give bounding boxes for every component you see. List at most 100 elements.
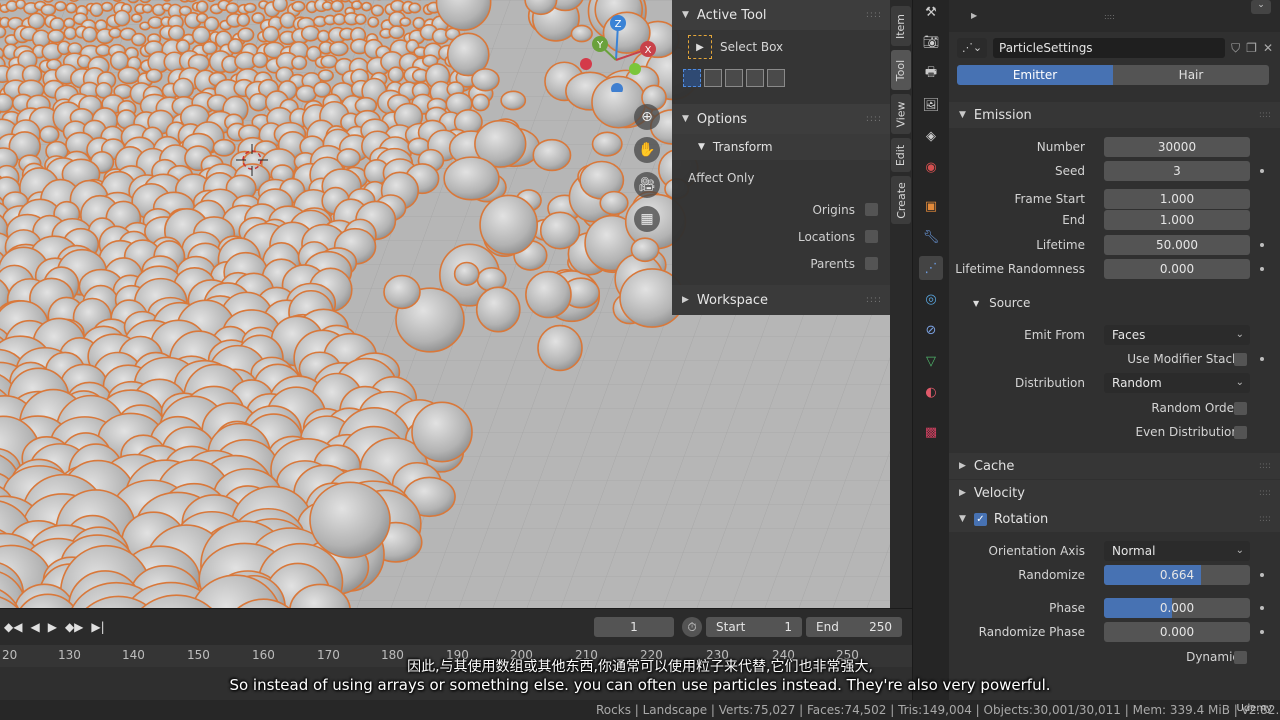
lifetime-randomness-field[interactable]: 0.000 (1104, 259, 1250, 279)
random-order-checkbox[interactable] (1234, 401, 1247, 415)
emitter-button[interactable]: Emitter (957, 65, 1113, 85)
pan-hand-icon[interactable]: ✋ (634, 137, 660, 163)
data-tab-icon[interactable]: ▽ (919, 349, 943, 373)
orientation-axis-row: Orientation Axis Normal ⌄ (949, 540, 1280, 562)
active-tool-row[interactable]: ▶ Select Box (672, 30, 890, 64)
view-layer-tab-icon[interactable]: 🖼︎ (919, 93, 943, 117)
transform-title: Transform (712, 140, 773, 154)
current-frame-field[interactable]: 1 (594, 617, 674, 637)
collapse-arrow-icon[interactable]: ▶ (971, 11, 977, 20)
keyframe-dot[interactable] (1260, 243, 1264, 247)
randomize-phase-field[interactable]: 0.000 (1104, 622, 1250, 642)
orientation-axis-dropdown[interactable]: Normal ⌄ (1104, 541, 1250, 561)
rock-particle (167, 24, 185, 41)
mode-intersect-icon[interactable] (767, 69, 785, 87)
frame-start-field[interactable]: 1.000 (1104, 189, 1250, 209)
source-subpanel-header[interactable]: ▼ Source (973, 292, 1030, 314)
play-icon[interactable]: ▶ (44, 620, 61, 634)
rock-particle (471, 68, 500, 92)
modifier-wrench-icon[interactable]: 🔧︎ (919, 225, 943, 249)
locations-row[interactable]: Locations (672, 223, 890, 250)
zoom-icon[interactable]: ⊕ (634, 104, 660, 130)
texture-tab-icon[interactable]: ▩ (919, 420, 943, 444)
rock-particle (251, 51, 269, 69)
keyframe-dot[interactable] (1260, 573, 1264, 577)
velocity-panel-header[interactable]: ▶ Velocity:::: (949, 480, 1280, 506)
cache-panel-header[interactable]: ▶ Cache:::: (949, 453, 1280, 479)
fake-user-shield-icon[interactable]: ⛉ (1231, 41, 1240, 56)
3d-viewport[interactable]: Z Y X ⊕ ✋ 🎥︎ ▦ ▼ Active Tool:::: ▶ Select… (0, 0, 912, 608)
options-header[interactable]: ▼ Options:::: (672, 104, 890, 134)
keyframe-dot[interactable] (1260, 357, 1264, 361)
tab-tool[interactable]: Tool (891, 50, 911, 90)
next-keyframe-icon[interactable]: ◆▶ (61, 620, 87, 634)
keyframe-dot[interactable] (1260, 606, 1264, 610)
hair-button[interactable]: Hair (1113, 65, 1269, 85)
scene-tab-icon[interactable]: ◈ (919, 124, 943, 148)
tool-tab-icon[interactable]: ⚒ (919, 0, 943, 24)
mode-subtract-icon[interactable] (725, 69, 743, 87)
physics-tab-icon[interactable]: ◎ (919, 287, 943, 311)
play-reverse-icon[interactable]: ◀ (26, 620, 43, 634)
even-distribution-checkbox[interactable] (1234, 425, 1247, 439)
tab-edit[interactable]: Edit (891, 138, 911, 172)
output-tab-icon[interactable]: 🖶︎ (919, 62, 943, 86)
rock-particle (237, 27, 255, 43)
parents-checkbox[interactable] (865, 257, 878, 270)
jump-start-icon[interactable]: ◆◀ (0, 620, 26, 634)
locations-checkbox[interactable] (865, 230, 878, 243)
auto-keying-icon[interactable]: ⏱ (682, 617, 702, 637)
tab-item[interactable]: Item (891, 6, 911, 46)
origins-checkbox[interactable] (865, 203, 878, 216)
duplicate-icon[interactable]: ❐ (1246, 41, 1257, 55)
workspace-header[interactable]: ▶ Workspace:::: (672, 285, 890, 315)
rotation-panel-header[interactable]: ▼ ✓ Rotation:::: (949, 506, 1280, 532)
camera-icon[interactable]: 🎥︎ (634, 172, 660, 198)
emission-panel-header[interactable]: ▼ Emission:::: (949, 102, 1280, 128)
particle-settings-browse-icon[interactable]: ⋰⌄ (957, 38, 987, 58)
properties-content: ▶ :::: ⌄ ⋰⌄ ParticleSettings ⛉ ❐ ✕ Emitt… (949, 0, 1280, 700)
active-tool-header[interactable]: ▼ Active Tool:::: (672, 0, 890, 30)
keyframe-dot[interactable] (1260, 267, 1264, 271)
end-field[interactable]: 1.000 (1104, 210, 1250, 230)
particle-settings-name[interactable]: ParticleSettings (993, 38, 1226, 58)
keyframe-dot[interactable] (1260, 169, 1264, 173)
perspective-grid-icon[interactable]: ▦ (634, 206, 660, 232)
tab-view[interactable]: View (891, 94, 911, 134)
parents-row[interactable]: Parents (672, 250, 890, 277)
lifetime-field[interactable]: 50.000 (1104, 235, 1250, 255)
emit-from-dropdown[interactable]: Faces ⌄ (1104, 325, 1250, 345)
rock-particle (54, 0, 67, 12)
seed-row: Seed 3 (949, 160, 1280, 182)
mode-invert-icon[interactable] (746, 69, 764, 87)
material-tab-icon[interactable]: ◐ (919, 380, 943, 404)
rock-particle (351, 0, 363, 11)
use-modifier-stack-checkbox[interactable] (1234, 352, 1247, 366)
use-modifier-stack-row: Use Modifier Stack (949, 348, 1280, 370)
phase-slider[interactable]: 0.000 (1104, 598, 1250, 618)
render-tab-icon[interactable]: 📷︎ (919, 30, 943, 54)
world-tab-icon[interactable]: ◉ (919, 155, 943, 179)
start-frame-field[interactable]: Start 1 (706, 617, 802, 637)
distribution-dropdown[interactable]: Random ⌄ (1104, 373, 1250, 393)
mode-set-icon[interactable] (683, 69, 701, 87)
select-box-icon[interactable]: ▶ (688, 35, 712, 59)
keyframe-dot[interactable] (1260, 630, 1264, 634)
particles-tab-icon[interactable]: ⋰ (919, 256, 943, 280)
navigation-gizmo[interactable]: Z Y X (578, 12, 658, 92)
header-dropdown-icon[interactable]: ⌄ (1251, 0, 1271, 14)
object-tab-icon[interactable]: ▣ (919, 194, 943, 218)
end-frame-field[interactable]: End 250 (806, 617, 902, 637)
unlink-x-icon[interactable]: ✕ (1263, 41, 1273, 55)
seed-field[interactable]: 3 (1104, 161, 1250, 181)
transform-subheader[interactable]: ▼ Transform (672, 134, 890, 160)
constraints-tab-icon[interactable]: ⊘ (919, 318, 943, 342)
mode-extend-icon[interactable] (704, 69, 722, 87)
origins-row[interactable]: Origins (672, 196, 890, 223)
number-field[interactable]: 30000 (1104, 137, 1250, 157)
lifetime-randomness-row: Lifetime Randomness 0.000 (949, 258, 1280, 280)
tab-create[interactable]: Create (891, 176, 911, 224)
rotation-enable-checkbox[interactable]: ✓ (973, 512, 987, 526)
randomize-slider[interactable]: 0.664 (1104, 565, 1250, 585)
jump-end-icon[interactable]: ▶| (87, 620, 108, 634)
